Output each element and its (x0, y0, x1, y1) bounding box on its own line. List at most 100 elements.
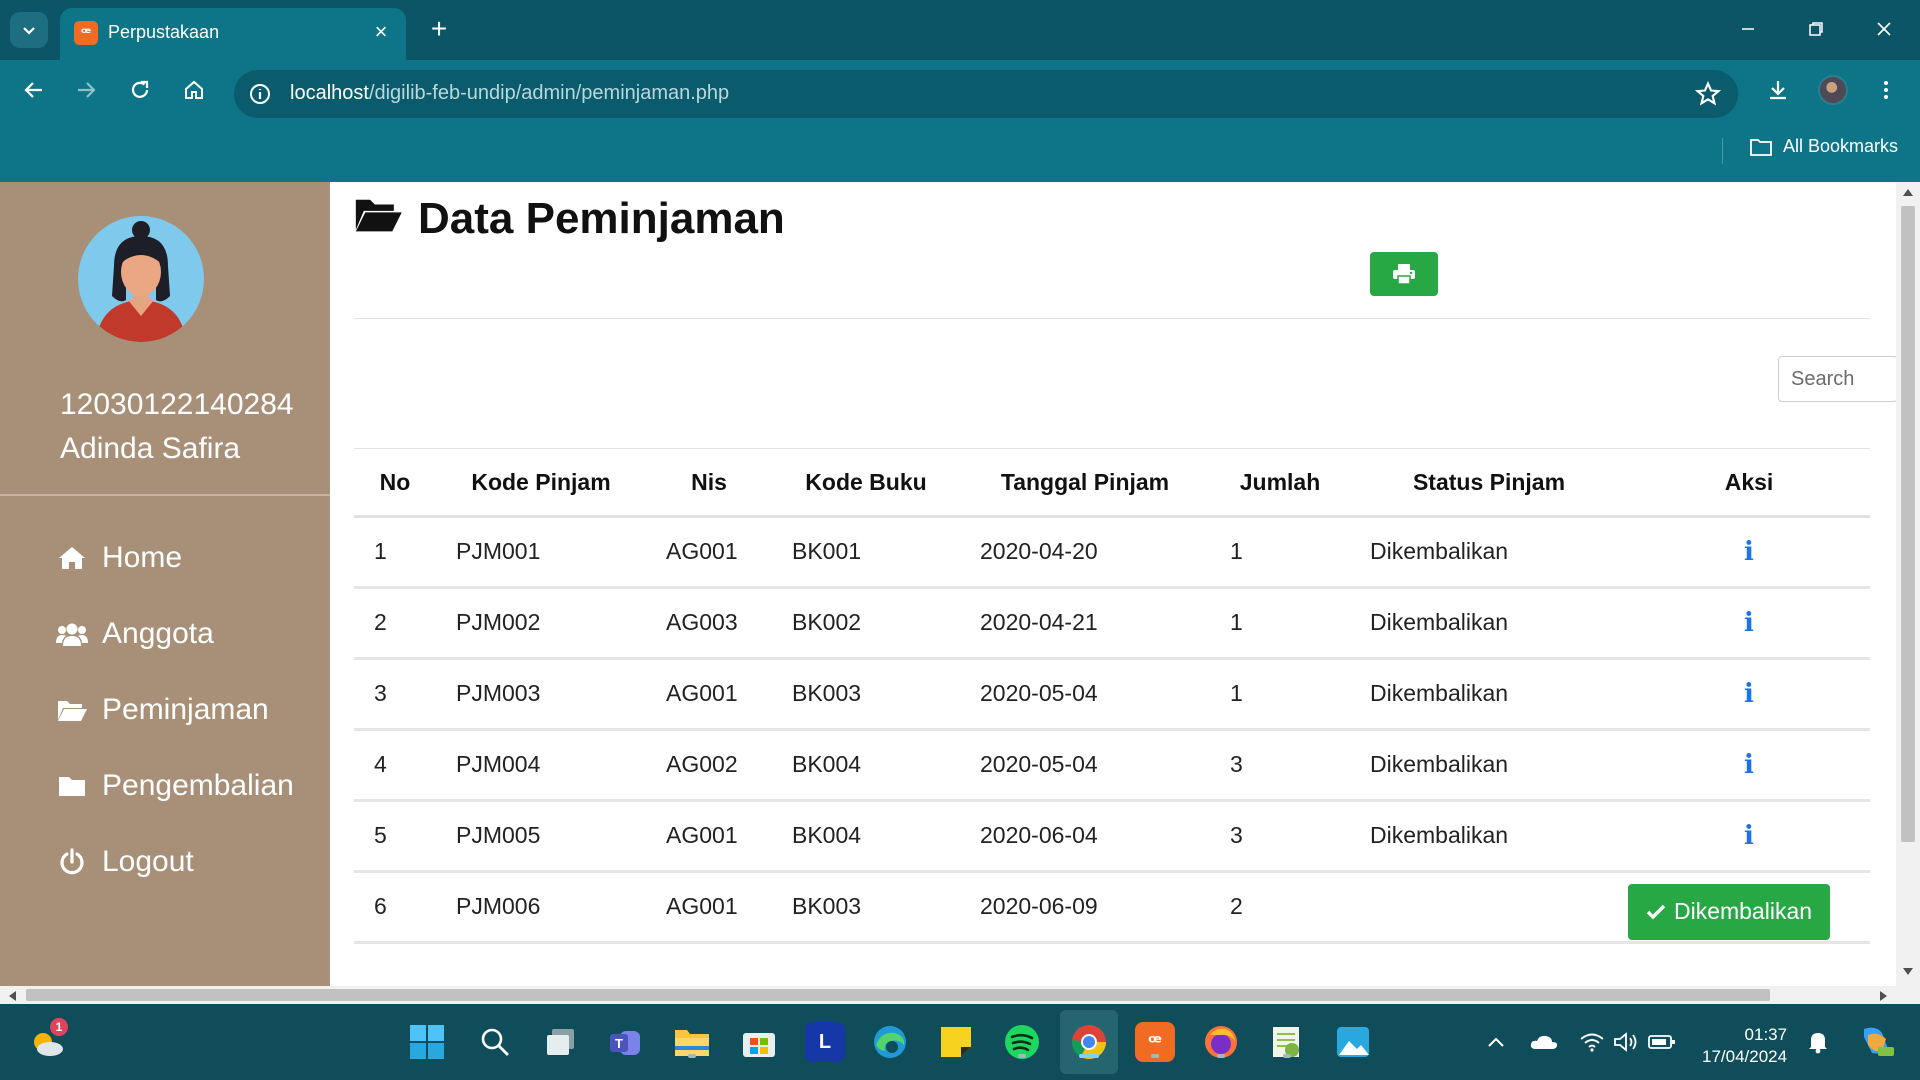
table-row: 2 PJM002 AG003 BK002 2020-04-21 1 Dikemb… (354, 587, 1870, 660)
cell-nis: AG001 (646, 871, 772, 944)
column-header[interactable]: Tanggal Pinjam (960, 450, 1210, 518)
xampp-icon[interactable]: ꟹ (1135, 1022, 1175, 1062)
scroll-right-icon[interactable] (1880, 991, 1888, 1001)
edge-icon[interactable] (870, 1022, 910, 1062)
restore-icon[interactable] (1796, 12, 1836, 46)
cell-tanggal-pinjam: 2020-05-04 (960, 729, 1210, 802)
search-input[interactable] (1778, 356, 1898, 402)
wifi-icon[interactable] (1578, 1028, 1606, 1056)
search-icon[interactable] (475, 1022, 515, 1062)
web-page: 12030122140284 Adinda Safira Home Anggot… (0, 182, 1920, 1004)
cell-aksi: i (1628, 800, 1870, 873)
scroll-down-icon[interactable] (1903, 968, 1913, 976)
all-bookmarks-button[interactable]: All Bookmarks (1749, 136, 1898, 157)
table-header-row: No Kode Pinjam Nis Kode Buku Tanggal Pin… (354, 450, 1870, 518)
horizontal-scrollbar[interactable] (0, 986, 1920, 1004)
browser-menu-button[interactable] (1866, 70, 1906, 110)
vertical-scrollbar[interactable] (1896, 182, 1920, 986)
sidebar-item-pengembalian[interactable]: Pengembalian (56, 764, 294, 808)
folder-open-icon (354, 194, 402, 244)
column-header[interactable]: Aksi (1628, 450, 1870, 518)
url-text[interactable]: localhost/digilib-feb-undip/admin/peminj… (290, 82, 729, 105)
forward-button[interactable] (66, 70, 106, 110)
sticky-notes-icon[interactable] (936, 1022, 976, 1062)
back-button[interactable] (14, 70, 54, 110)
teams-icon[interactable]: T (606, 1022, 646, 1062)
column-header[interactable]: Kode Pinjam (436, 450, 646, 518)
close-window-icon[interactable] (1864, 12, 1904, 46)
bookmark-star-icon[interactable] (1694, 80, 1722, 108)
print-button[interactable] (1370, 252, 1438, 296)
info-icon[interactable]: i (1744, 750, 1754, 780)
sidebar-item-logout[interactable]: Logout (56, 840, 194, 884)
sidebar-item-home[interactable]: Home (56, 536, 182, 580)
onedrive-icon[interactable] (1530, 1028, 1558, 1056)
cell-tanggal-pinjam: 2020-04-21 (960, 587, 1210, 660)
minimize-icon[interactable] (1728, 12, 1768, 46)
clock-time: 01:37 (1744, 1025, 1788, 1044)
cell-tanggal-pinjam: 2020-04-20 (960, 516, 1210, 589)
sidebar-item-peminjaman[interactable]: Peminjaman (56, 688, 269, 732)
address-bar[interactable]: localhost/digilib-feb-undip/admin/peminj… (234, 70, 1738, 118)
sidebar-item-label: Pengembalian (102, 769, 294, 802)
active-indicator (1079, 1054, 1099, 1058)
info-icon[interactable]: i (1744, 537, 1754, 567)
peminjaman-table: No Kode Pinjam Nis Kode Buku Tanggal Pin… (354, 450, 1870, 944)
vertical-scrollbar-thumb[interactable] (1901, 206, 1915, 842)
cell-kode-buku: BK004 (772, 800, 960, 873)
dikembalikan-button[interactable]: Dikembalikan (1627, 883, 1831, 940)
spotify-icon[interactable] (1002, 1022, 1042, 1062)
column-header[interactable]: Kode Buku (772, 450, 960, 518)
battery-icon[interactable] (1648, 1028, 1676, 1056)
more-vertical-icon (1884, 81, 1888, 99)
user-id: 12030122140284 (60, 388, 294, 421)
cell-no: 3 (354, 658, 436, 731)
downloads-button[interactable] (1758, 70, 1798, 110)
close-tab-icon[interactable]: × (368, 19, 394, 45)
weather-widget-icon[interactable]: 1 (28, 1018, 68, 1062)
cell-nis: AG001 (646, 800, 772, 873)
taskbar-clock[interactable]: 01:37 17/04/2024 (1702, 1024, 1787, 1068)
photos-icon[interactable] (1333, 1022, 1373, 1062)
column-header[interactable]: Jumlah (1210, 450, 1350, 518)
info-icon[interactable]: i (1744, 608, 1754, 638)
home-button[interactable] (174, 70, 214, 110)
profile-button[interactable] (1813, 70, 1853, 110)
running-indicator (1217, 1054, 1225, 1058)
copilot-icon[interactable] (1856, 1024, 1896, 1058)
notepad-plus-icon[interactable] (1267, 1022, 1307, 1062)
scroll-left-icon[interactable] (8, 991, 16, 1001)
column-header[interactable]: No (354, 450, 436, 518)
firefox-icon[interactable] (1201, 1022, 1241, 1062)
show-hidden-icons-icon[interactable] (1482, 1028, 1510, 1056)
check-icon (1646, 904, 1666, 919)
info-icon[interactable]: i (1744, 679, 1754, 709)
site-info-icon[interactable] (248, 82, 272, 106)
notification-bell-icon[interactable] (1804, 1028, 1832, 1056)
arrow-right-icon (78, 82, 96, 98)
column-header[interactable]: Nis (646, 450, 772, 518)
info-icon[interactable]: i (1744, 821, 1754, 851)
horizontal-scrollbar-thumb[interactable] (26, 989, 1770, 1001)
new-tab-button[interactable]: + (424, 14, 454, 44)
browser-toolbar: localhost/digilib-feb-undip/admin/peminj… (0, 60, 1920, 182)
folder-icon (56, 770, 88, 802)
cell-kode-pinjam: PJM002 (436, 587, 646, 660)
browser-tab[interactable]: ꟹ Perpustakaan × (60, 8, 406, 60)
microsoft-store-icon[interactable] (739, 1022, 779, 1062)
volume-icon[interactable] (1612, 1028, 1640, 1056)
file-explorer-icon[interactable] (672, 1022, 712, 1062)
url-host: localhost (290, 82, 369, 104)
sidebar-item-label: Peminjaman (102, 693, 269, 726)
scroll-up-icon[interactable] (1903, 188, 1913, 196)
sidebar-item-anggota[interactable]: Anggota (56, 612, 214, 656)
sidebar-item-label: Logout (102, 845, 194, 878)
task-view-icon[interactable] (541, 1022, 581, 1062)
column-header[interactable]: Status Pinjam (1350, 450, 1628, 518)
app-l-icon[interactable]: L (805, 1022, 845, 1062)
windows-start-icon[interactable] (407, 1022, 447, 1062)
tab-search-button[interactable] (10, 12, 48, 48)
home-icon (56, 542, 88, 574)
chrome-icon[interactable] (1069, 1022, 1109, 1062)
reload-button[interactable] (120, 70, 160, 110)
